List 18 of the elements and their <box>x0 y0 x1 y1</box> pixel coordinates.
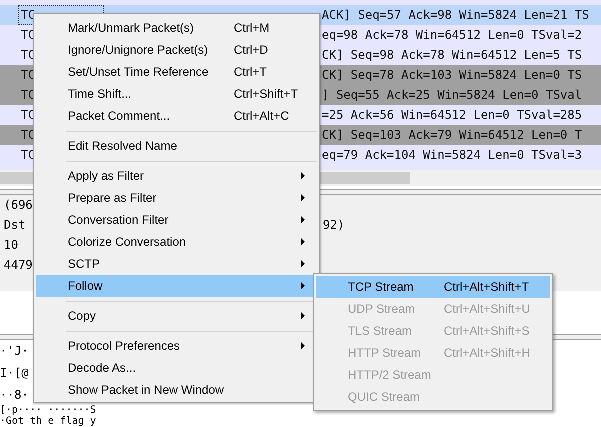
detail-text: 92) <box>323 218 345 232</box>
info-cell-text: =25 Ack=56 Win=64512 Len=0 TSval=285 <box>321 108 582 122</box>
detail-line: 10 <box>3 238 18 252</box>
info-cell-text: CK] Seq=103 Ack=79 Win=64512 Len=0 T <box>321 128 582 142</box>
info-cell-text: eq=79 Ack=104 Win=5824 Len=0 TSval=3 <box>321 148 582 162</box>
bytes-line: I·[@ <box>0 365 29 382</box>
info-cell-text: CK] Seq=98 Ack=78 Win=64512 Len=5 TS <box>321 48 582 62</box>
info-cell-text: ACK] Seq=57 Ack=98 Win=5824 Len=21 TS <box>321 8 590 22</box>
detail-line: 4479 <box>3 258 33 272</box>
detail-line: Dst <box>3 218 26 232</box>
info-cell-text: eq=98 Ack=78 Win=64512 Len=0 TSval=2 <box>321 28 582 42</box>
bytes-line: ·'J· <box>0 343 29 360</box>
bytes-line: [·p···· ·······S <box>0 406 96 416</box>
detail-line: (696 <box>3 198 33 212</box>
info-cell-text: CK] Seq=78 Ack=103 Win=5824 Len=0 TS <box>321 68 582 82</box>
bytes-line: ·Got th e flag y <box>0 416 96 427</box>
info-cell-text: ] Seq=55 Ack=25 Win=5824 Len=0 TSval <box>321 88 582 102</box>
bytes-line: ··8· <box>0 387 29 404</box>
